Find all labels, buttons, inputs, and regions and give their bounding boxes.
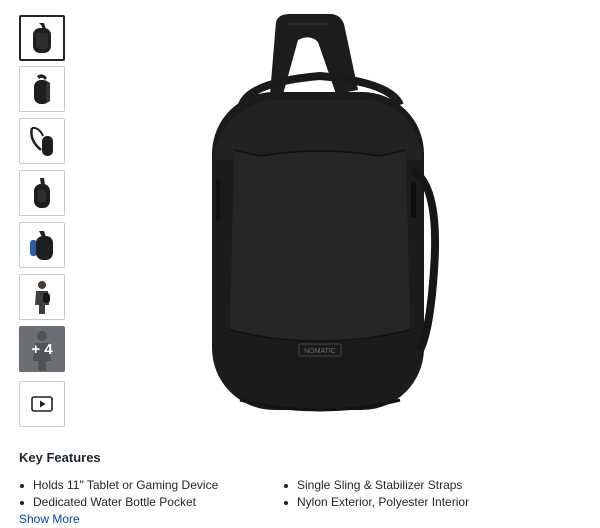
product-main-image[interactable]: NOMATIC [190, 10, 450, 420]
thumbnail-more[interactable]: + 4 [19, 326, 65, 372]
thumbnail-strap[interactable] [19, 118, 65, 164]
backpack-front-icon [33, 23, 51, 53]
feature-item: Single Sling & Stabilizer Straps [283, 478, 462, 493]
key-features-title: Key Features [19, 450, 101, 465]
more-images-label: + 4 [31, 340, 53, 358]
backpack-strap-icon [30, 126, 53, 156]
thumbnail-angle[interactable] [19, 66, 65, 112]
feature-item: Nylon Exterior, Polyester Interior [283, 495, 469, 510]
feature-item: Holds 11" Tablet or Gaming Device [19, 478, 218, 493]
backpack-back-icon [34, 178, 50, 208]
sling-backpack-image: NOMATIC [212, 14, 440, 412]
key-features-section: Key Features Holds 11" Tablet or Gaming … [19, 450, 579, 526]
thumbnail-front[interactable] [19, 15, 65, 61]
play-video-icon [31, 396, 53, 412]
thumbnail-video[interactable] [19, 381, 65, 427]
person-wearing-icon [35, 281, 50, 314]
feature-item: Dedicated Water Bottle Pocket [19, 495, 196, 510]
backpack-angle-icon [34, 74, 50, 104]
brand-logo: NOMATIC [304, 348, 336, 355]
thumbnail-person[interactable] [19, 274, 65, 320]
thumbnail-bottle[interactable] [19, 222, 65, 268]
show-more-link[interactable]: Show More [19, 512, 80, 527]
backpack-bottle-icon [30, 231, 53, 260]
thumbnail-back[interactable] [19, 170, 65, 216]
